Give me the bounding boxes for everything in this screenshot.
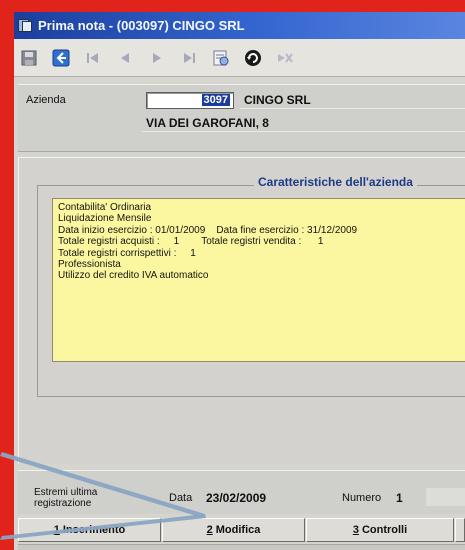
next-icon: [153, 52, 161, 63]
arrow-left-icon: [52, 49, 70, 66]
azienda-code-input[interactable]: 3097: [146, 92, 234, 109]
note-line: Totale registri corrispettivi : 1: [58, 247, 196, 259]
last-icon: [184, 52, 195, 63]
note-line: Data inizio esercizio : 01/01/2009 Data …: [58, 224, 358, 236]
main-panel: Caratteristiche dell'azienda Contabilita…: [18, 157, 465, 464]
caratteristiche-title: Caratteristiche dell'azienda: [254, 175, 417, 189]
ultima-registrazione-panel: Estremi ultima registrazione Data 23/02/…: [18, 470, 465, 514]
app-document-icon: [18, 18, 33, 33]
next-record-button[interactable]: [146, 47, 168, 69]
modifica-shortcut: 2: [206, 524, 213, 536]
modifica-label: Modifica: [215, 524, 261, 536]
ultima-registrazione-label: Estremi ultima registrazione: [34, 487, 98, 509]
delete-button[interactable]: [274, 47, 296, 69]
note-line: Contabilita' Ordinaria: [58, 202, 152, 213]
azienda-panel: Azienda 3097 CINGO SRL VIA DEI GAROFANI,…: [18, 84, 465, 152]
last-record-button[interactable]: [178, 47, 200, 69]
extra-field: [426, 488, 465, 506]
first-record-button[interactable]: [82, 47, 104, 69]
print-preview-button[interactable]: [210, 47, 232, 69]
action-button-bar: 1 Inserimento 2 Modifica 3 Controlli: [18, 518, 465, 542]
refresh-icon: [245, 49, 261, 66]
azienda-label: Azienda: [26, 94, 66, 106]
caratteristiche-notes: Contabilita' Ordinaria Liquidazione Mens…: [52, 198, 465, 362]
first-icon: [87, 52, 98, 63]
floppy-disk-icon: [21, 50, 37, 65]
status-bar: [18, 544, 465, 550]
refresh-button[interactable]: [242, 47, 264, 69]
note-line: Totale registri acquisti : 1 Totale regi…: [58, 236, 324, 248]
inserimento-button[interactable]: 1 Inserimento: [18, 518, 161, 542]
data-value: 23/02/2009: [206, 491, 267, 505]
azienda-name: CINGO SRL: [244, 93, 311, 107]
data-label: Data: [169, 492, 193, 504]
azienda-code-value: 3097: [201, 94, 230, 106]
note-line: Professionista: [58, 259, 121, 271]
save-button[interactable]: [18, 47, 40, 69]
note-line: Liquidazione Mensile: [58, 213, 152, 225]
note-line: Utilizzo del credito IVA automatico: [58, 270, 209, 282]
inserimento-shortcut: 1: [53, 524, 60, 536]
prima-nota-window: Prima nota - (003097) CINGO SRL Azienda …: [14, 12, 465, 550]
numero-value: 1: [396, 491, 403, 505]
back-button[interactable]: [50, 47, 72, 69]
controlli-label: Controlli: [361, 524, 408, 536]
inserimento-label: Inserimento: [62, 524, 126, 536]
print-preview-icon: [213, 50, 229, 65]
extra-button[interactable]: [455, 518, 465, 542]
controlli-shortcut: 3: [352, 524, 359, 536]
title-bar[interactable]: Prima nota - (003097) CINGO SRL: [14, 12, 465, 39]
prev-icon: [121, 52, 129, 63]
numero-label: Numero: [342, 492, 382, 504]
controlli-button[interactable]: 3 Controlli: [306, 518, 454, 542]
window-title: Prima nota - (003097) CINGO SRL: [38, 18, 245, 33]
delete-icon: [278, 52, 293, 63]
toolbar: [14, 39, 465, 77]
prev-record-button[interactable]: [114, 47, 136, 69]
modifica-button[interactable]: 2 Modifica: [162, 518, 305, 542]
azienda-address: VIA DEI GAROFANI, 8: [146, 116, 269, 130]
